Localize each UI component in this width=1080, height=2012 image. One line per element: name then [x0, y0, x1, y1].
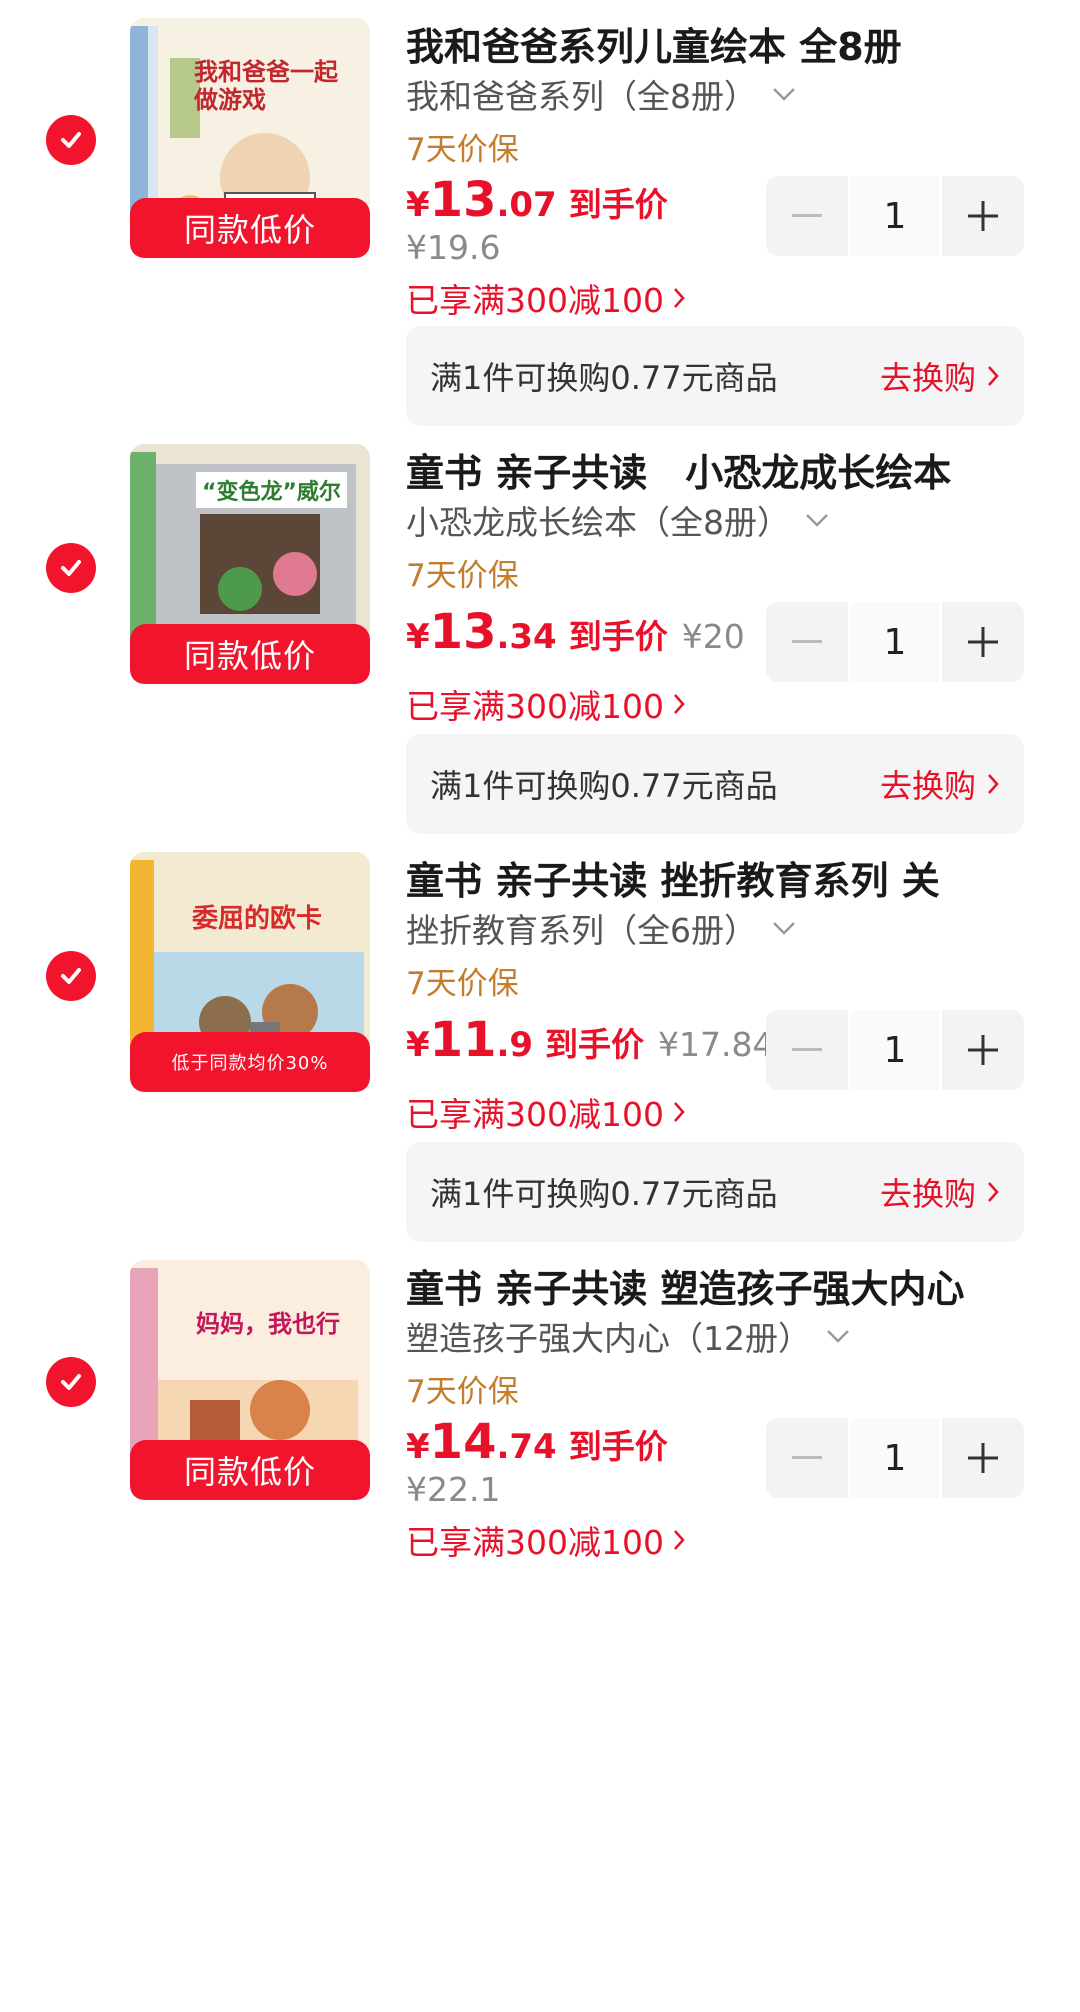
low-price-badge: 同款低价	[130, 198, 370, 258]
spec-label: 小恐龙成长绘本（全8册）	[406, 503, 790, 542]
product-image[interactable]: 妈妈，我也行 同款低价	[130, 1260, 370, 1500]
original-price: ¥20	[681, 617, 745, 656]
low-price-badge: 低于同款均价30%	[130, 1032, 370, 1092]
spec-label: 挫折教育系列（全6册）	[406, 911, 757, 950]
exchange-offer: 满1件可换购0.77元商品 去换购	[406, 734, 1024, 834]
check-circle-icon[interactable]	[46, 951, 96, 1001]
low-price-badge: 同款低价	[130, 624, 370, 684]
spec-selector[interactable]: 挫折教育系列（全6册）	[406, 904, 797, 952]
product-title[interactable]: 童书 亲子共读 小恐龙成长绘本	[406, 442, 1046, 497]
promo-label: 已享满300减100	[406, 1523, 664, 1562]
quantity-value[interactable]: 1	[848, 602, 942, 682]
check-circle-icon[interactable]	[46, 543, 96, 593]
promo-link[interactable]: 已享满300减100	[406, 274, 686, 322]
minus-icon	[792, 1456, 823, 1459]
low-price-badge: 同款低价	[130, 1440, 370, 1500]
plus-icon	[967, 1443, 998, 1473]
quantity-stepper: 1	[766, 602, 1024, 682]
plus-button[interactable]	[942, 602, 1024, 682]
chevron-right-icon	[988, 366, 999, 386]
original-price: ¥17.84	[658, 1025, 774, 1064]
plus-button[interactable]	[942, 1418, 1024, 1498]
exchange-button[interactable]: 去换购	[880, 353, 1000, 399]
chevron-right-icon	[674, 1530, 685, 1550]
chevron-right-icon	[674, 288, 685, 308]
final-price: ¥11.9 到手价 ¥17.84	[406, 1012, 774, 1068]
quantity-value[interactable]: 1	[848, 1418, 942, 1498]
plus-button[interactable]	[942, 1010, 1024, 1090]
final-price: ¥14.74 到手价	[406, 1414, 668, 1470]
exchange-button-label: 去换购	[879, 359, 976, 397]
plus-icon	[967, 201, 998, 231]
exchange-button-label: 去换购	[879, 767, 976, 805]
quantity-stepper: 1	[766, 176, 1024, 256]
cover-title: 妈妈，我也行	[196, 1310, 340, 1338]
price-protect-tag: 7天价保	[406, 558, 519, 594]
product-image[interactable]: 委屈的欧卡 低于同款均价30%	[130, 852, 370, 1092]
cover-title: 委屈的欧卡	[192, 904, 323, 934]
product-title[interactable]: 童书 亲子共读 挫折教育系列 关	[406, 850, 1046, 905]
exchange-button[interactable]: 去换购	[880, 1169, 1000, 1215]
exchange-text: 满1件可换购0.77元商品	[430, 1175, 778, 1213]
chevron-down-icon	[773, 922, 795, 935]
spec-selector[interactable]: 我和爸爸系列（全8册）	[406, 70, 797, 118]
exchange-text: 满1件可换购0.77元商品	[430, 767, 778, 805]
spec-selector[interactable]: 塑造孩子强大内心（12册）	[406, 1312, 851, 1360]
promo-link[interactable]: 已享满300减100	[406, 1088, 686, 1136]
product-image[interactable]: 我和爸爸一起做游戏 同款低价	[130, 18, 370, 258]
final-price: ¥13.07 到手价	[406, 172, 668, 228]
check-circle-icon[interactable]	[46, 1357, 96, 1407]
quantity-value[interactable]: 1	[848, 1010, 942, 1090]
plus-button[interactable]	[942, 176, 1024, 256]
minus-button[interactable]	[766, 1010, 848, 1090]
minus-button[interactable]	[766, 602, 848, 682]
minus-icon	[792, 1048, 823, 1051]
cover-title: 我和爸爸一起做游戏	[194, 58, 338, 114]
chevron-right-icon	[674, 694, 685, 714]
exchange-button[interactable]: 去换购	[880, 761, 1000, 807]
promo-link[interactable]: 已享满300减100	[406, 1516, 686, 1564]
chevron-right-icon	[988, 1182, 999, 1202]
minus-icon	[792, 214, 823, 217]
chevron-down-icon	[773, 88, 795, 101]
exchange-text: 满1件可换购0.77元商品	[430, 359, 778, 397]
chevron-right-icon	[674, 1102, 685, 1122]
chevron-right-icon	[988, 774, 999, 794]
promo-label: 已享满300减100	[406, 1095, 664, 1134]
quantity-stepper: 1	[766, 1418, 1024, 1498]
product-title[interactable]: 我和爸爸系列儿童绘本 全8册	[406, 16, 1046, 71]
promo-link[interactable]: 已享满300减100	[406, 680, 686, 728]
price-protect-tag: 7天价保	[406, 966, 519, 1002]
quantity-value[interactable]: 1	[848, 176, 942, 256]
promo-label: 已享满300减100	[406, 687, 664, 726]
check-circle-icon[interactable]	[46, 115, 96, 165]
cover-title: “变色龙”威尔	[196, 472, 347, 508]
price-protect-tag: 7天价保	[406, 1374, 519, 1410]
promo-label: 已享满300减100	[406, 281, 664, 320]
quantity-stepper: 1	[766, 1010, 1024, 1090]
chevron-down-icon	[806, 514, 828, 527]
spec-selector[interactable]: 小恐龙成长绘本（全8册）	[406, 496, 830, 544]
plus-icon	[967, 1035, 998, 1065]
exchange-button-label: 去换购	[879, 1175, 976, 1213]
original-price: ¥22.1	[406, 1470, 501, 1509]
plus-icon	[967, 627, 998, 657]
spec-label: 我和爸爸系列（全8册）	[406, 77, 757, 116]
exchange-offer: 满1件可换购0.77元商品 去换购	[406, 1142, 1024, 1242]
original-price: ¥19.6	[406, 228, 501, 267]
product-image[interactable]: “变色龙”威尔 同款低价	[130, 444, 370, 684]
exchange-offer: 满1件可换购0.77元商品 去换购	[406, 326, 1024, 426]
price-protect-tag: 7天价保	[406, 132, 519, 168]
minus-icon	[792, 640, 823, 643]
chevron-down-icon	[827, 1330, 849, 1343]
product-title[interactable]: 童书 亲子共读 塑造孩子强大内心	[406, 1258, 1046, 1313]
minus-button[interactable]	[766, 1418, 848, 1498]
minus-button[interactable]	[766, 176, 848, 256]
spec-label: 塑造孩子强大内心（12册）	[406, 1319, 811, 1358]
final-price: ¥13.34 到手价 ¥20	[406, 604, 745, 660]
